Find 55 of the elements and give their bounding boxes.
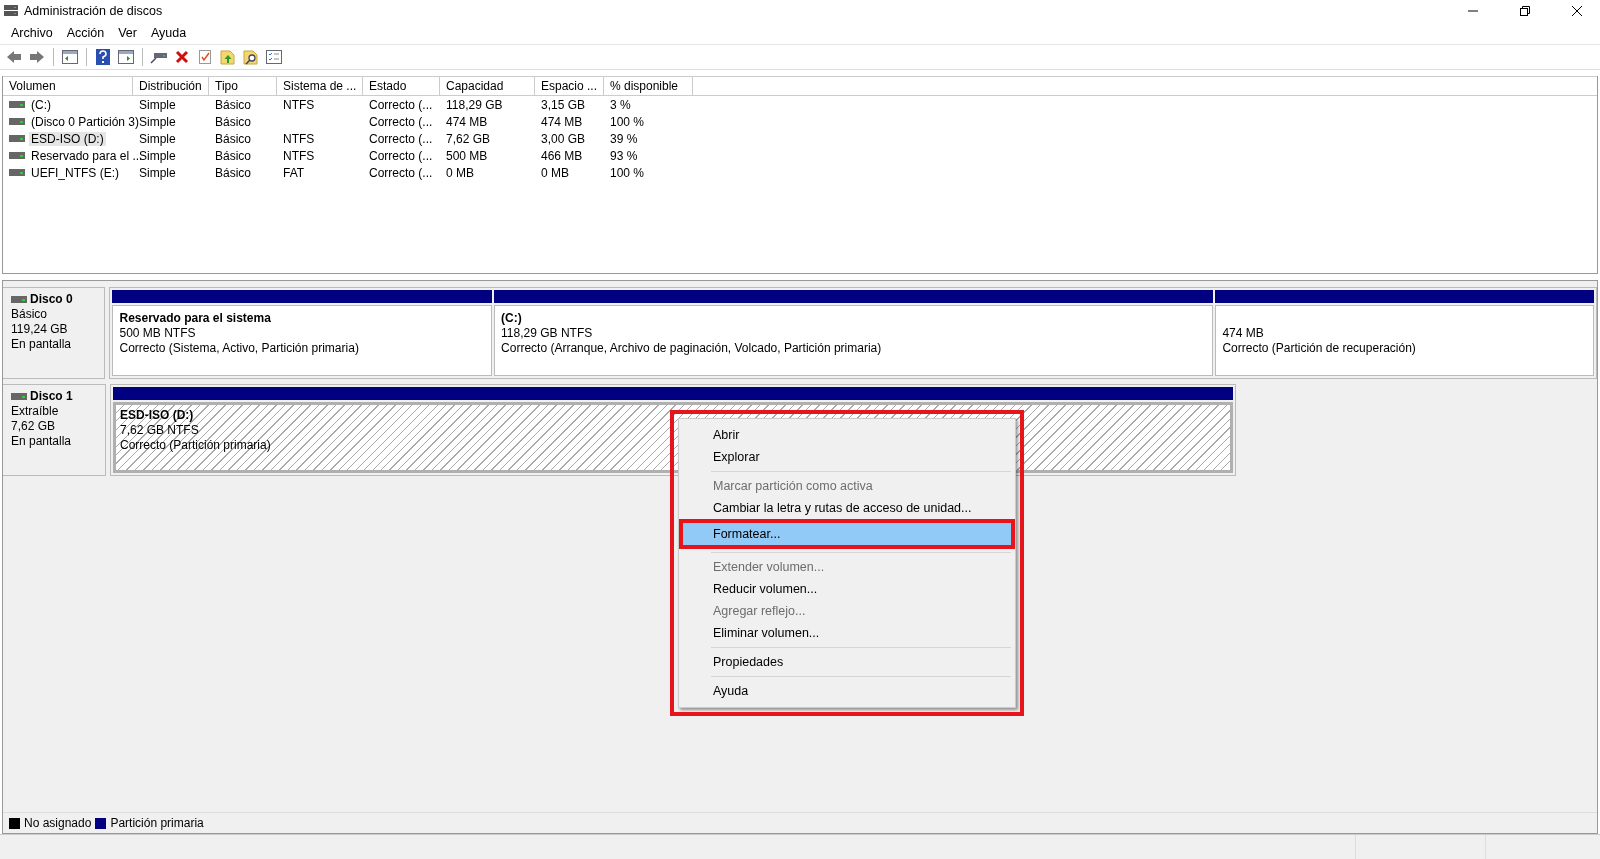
table-cell: Simple [139, 114, 176, 129]
table-cell: Básico [215, 97, 252, 112]
table-cell: 3,15 GB [541, 97, 586, 112]
table-cell: 118,29 GB [446, 97, 503, 112]
partition-size: 500 MB NTFS [119, 326, 196, 341]
disk-size: 7,62 GB [11, 419, 57, 433]
partition-name: ESD-ISO (D:) [120, 408, 194, 423]
table-cell: Correcto (... [369, 148, 433, 163]
table-cell: 500 MB [446, 148, 488, 163]
table-cell: 100 % [610, 165, 645, 180]
window-title: Administración de discos [24, 4, 164, 18]
table-cell: Básico [215, 131, 252, 146]
disk-status: En pantalla [11, 434, 73, 448]
table-cell: 7,62 GB [446, 131, 491, 146]
partition-name: Reservado para el sistema [119, 311, 271, 326]
table-cell: Correcto (... [369, 131, 433, 146]
table-cell: 474 MB [541, 114, 583, 129]
table-cell: Simple [139, 165, 176, 180]
table-cell: 0 MB [541, 165, 569, 180]
disk-status: En pantalla [11, 337, 73, 351]
partition-size: 7,62 GB NTFS [120, 423, 199, 438]
disk-name: Disco 1 [30, 389, 73, 403]
table-cell: 0 MB [446, 165, 474, 180]
disk-type: Básico [11, 307, 49, 321]
table-cell: NTFS [283, 131, 315, 146]
table-cell: NTFS [283, 148, 315, 163]
disk-type: Extraíble [11, 404, 60, 418]
table-cell: Correcto (... [369, 165, 433, 180]
disk-size: 119,24 GB [11, 322, 69, 336]
table-cell: 474 MB [446, 114, 488, 129]
table-cell: FAT [283, 165, 305, 180]
legend-label: Partición primaria [110, 816, 204, 830]
partition-status: Correcto (Sistema, Activo, Partición primaria) [119, 341, 359, 356]
table-cell: Básico [215, 114, 252, 129]
legend-label: No asignado [24, 816, 92, 830]
table-cell: Básico [215, 165, 252, 180]
disk-name: Disco 0 [30, 292, 73, 306]
table-cell: NTFS [283, 97, 315, 112]
partition-status: Correcto (Arranque, Archivo de paginación, Volcado, Partición primaria) [501, 341, 882, 356]
partition-size: 118,29 GB NTFS [501, 326, 593, 341]
table-cell: Simple [139, 97, 176, 112]
partition-status: Correcto (Partición de recuperación) [1222, 341, 1416, 356]
table-cell: 466 MB [541, 148, 583, 163]
table-cell: 100 % [610, 114, 645, 129]
partition-status: Correcto (Partición primaria) [120, 438, 271, 453]
table-cell: Correcto (... [369, 97, 433, 112]
table-cell: Básico [215, 148, 252, 163]
partition-name: (C:) [501, 311, 522, 326]
table-cell: 39 % [610, 131, 638, 146]
table-cell: 3,00 GB [541, 131, 586, 146]
table-cell: Correcto (... [369, 114, 433, 129]
partition-size: 474 MB [1222, 326, 1264, 341]
table-cell: 93 % [610, 148, 638, 163]
table-cell: 3 % [610, 97, 631, 112]
table-cell: Simple [139, 131, 176, 146]
